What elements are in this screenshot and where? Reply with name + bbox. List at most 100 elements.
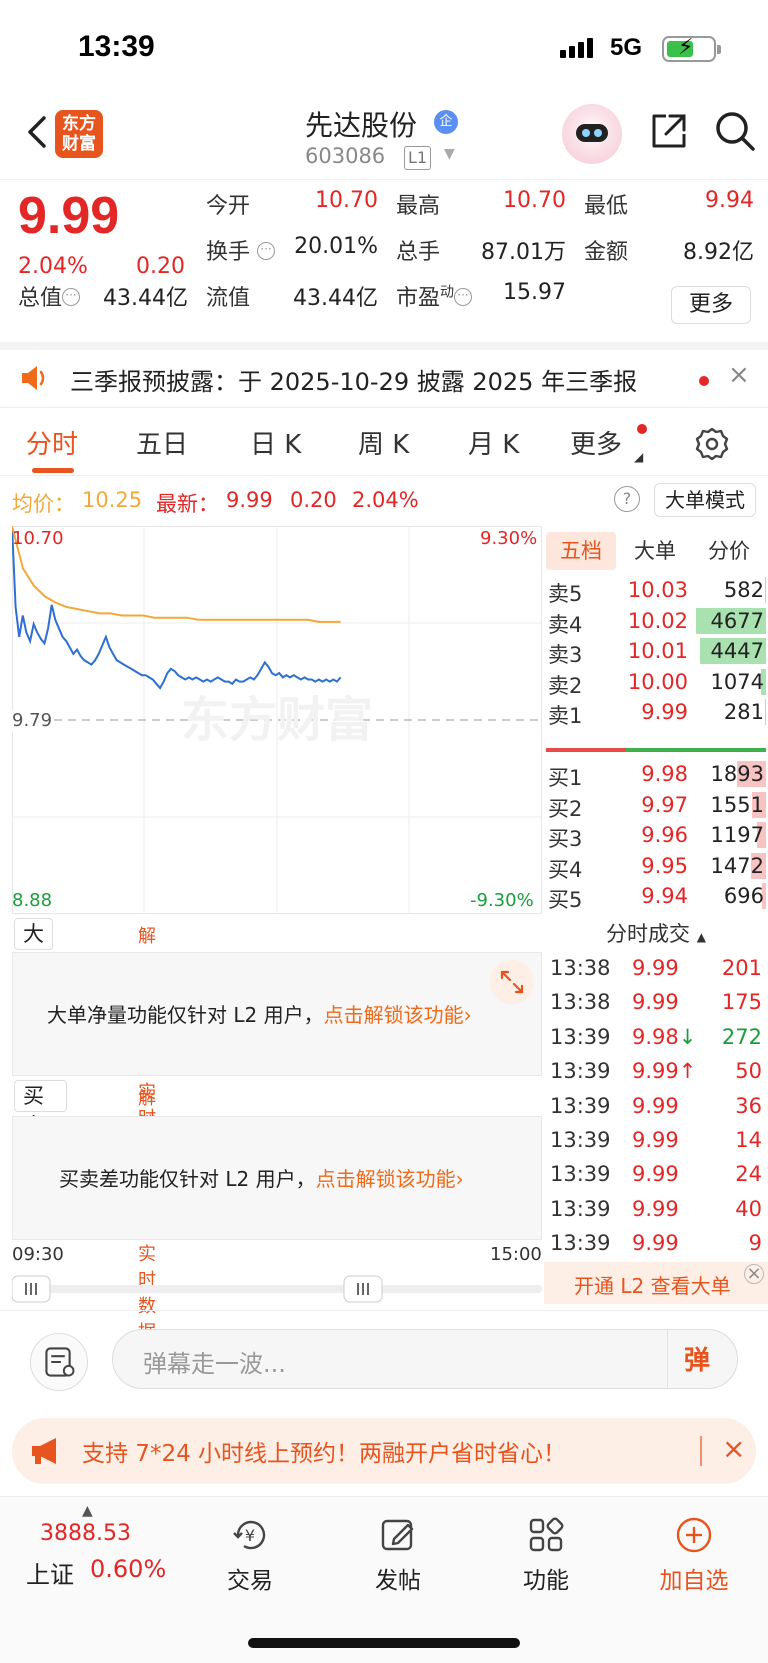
gear-icon[interactable]	[694, 426, 730, 462]
tab-more[interactable]: 更多	[570, 424, 622, 461]
tick-price: 9.99	[632, 1093, 679, 1118]
close-icon[interactable]: ×	[744, 1264, 764, 1284]
amount-value: 8.92亿	[683, 240, 754, 265]
help-icon[interactable]: ?	[614, 486, 640, 512]
tick-trades-title[interactable]: 分时成交 ▲	[544, 918, 768, 948]
level-label: 卖2	[548, 673, 583, 698]
tab-big-orders[interactable]: 大单	[620, 532, 690, 570]
tick-time: 13:39	[550, 1162, 611, 1187]
big-order-mode-button[interactable]: 大单模式	[654, 483, 756, 517]
index-value[interactable]: 3888.53	[40, 1521, 131, 1546]
level-volume: 696	[723, 884, 764, 908]
time-axis-end: 15:00	[490, 1244, 542, 1265]
promo-text: 支持 7*24 小时线上预约！两融开户省时省心！	[82, 1441, 567, 1467]
level-label: 卖3	[548, 643, 583, 667]
pe-value: 15.97	[503, 280, 566, 305]
danmu-button[interactable]: 弹	[667, 1330, 737, 1388]
chevron-down-icon[interactable]: ▼	[444, 146, 455, 162]
chart-info-line: 均价： 10.25 最新： 9.99 0.20 2.04% ? 大单模式	[0, 478, 768, 520]
level-label: 买3	[548, 827, 583, 851]
nav-functions[interactable]: 功能	[496, 1515, 596, 1595]
level-volume: 1893	[710, 762, 764, 786]
back-icon[interactable]	[18, 108, 58, 156]
unread-dot	[699, 376, 709, 386]
avg-price-value: 10.25	[82, 488, 143, 512]
open-l2-banner[interactable]: 开通 L2 查看大单 ×	[544, 1262, 768, 1304]
level-price: 9.96	[641, 823, 688, 847]
bid-row-2[interactable]: 买2 9.97 1551	[544, 789, 768, 821]
close-icon[interactable]: ×	[728, 360, 750, 390]
tab-five-levels[interactable]: 五档	[546, 532, 616, 570]
tick-price: 9.99↑	[632, 1059, 697, 1084]
tick-time: 13:39	[550, 1093, 611, 1118]
level-volume: 1074	[710, 669, 764, 694]
info-icon[interactable]: ···	[257, 242, 276, 260]
tab-price-dist[interactable]: 分价	[694, 532, 764, 570]
nav-post[interactable]: 发帖	[348, 1515, 448, 1595]
tick-price: 9.99	[632, 956, 679, 980]
bid-row-1[interactable]: 买1 9.98 1893	[544, 758, 768, 790]
level-label: 买4	[548, 857, 583, 882]
ai-assistant-icon[interactable]	[562, 104, 622, 164]
info-icon[interactable]: ···	[62, 288, 81, 306]
level-label: 卖4	[548, 612, 583, 637]
current-price: 9.99	[18, 187, 120, 245]
promo-banner[interactable]: 支持 7*24 小时线上预约！两融开户省时省心！ ×	[12, 1418, 756, 1484]
danmu-input[interactable]: 弹幕走一波... 弹	[112, 1329, 738, 1389]
indicator-panel-2: 买卖差功能仅针对 L2 用户，点击解锁该功能›	[12, 1116, 542, 1240]
comment-bar: 弹幕走一波... 弹	[0, 1310, 768, 1410]
level-badge[interactable]: L1	[404, 146, 432, 170]
info-icon[interactable]: ···	[454, 288, 473, 306]
indicator-select-1[interactable]: 大单净量▼	[14, 918, 53, 1061]
level-volume: 4447	[710, 639, 764, 663]
stock-header: 东方 财富 先达股份 企 603086 L1 ▼	[0, 100, 768, 180]
ask-row-2[interactable]: 卖4 10.02 4677	[544, 605, 768, 637]
tick-volume: 50	[735, 1059, 762, 1084]
ask-row-5[interactable]: 卖1 9.99 281	[544, 696, 768, 728]
tab-daily-k[interactable]: 日 K	[250, 424, 301, 461]
ask-row-1[interactable]: 卖5 10.03 582	[544, 574, 768, 606]
ask-row-3[interactable]: 卖3 10.01 4447	[544, 635, 768, 667]
bid-row-4[interactable]: 买4 9.95 1472	[544, 850, 768, 882]
amount-label: 金额	[584, 240, 629, 265]
index-label[interactable]: 上证	[26, 1555, 74, 1590]
level-label: 卖1	[548, 704, 583, 728]
nav-trade[interactable]: ¥ 交易	[200, 1515, 300, 1595]
unlock-link-1[interactable]: 点击解锁该功能	[324, 1003, 464, 1027]
index-pct[interactable]: 0.60%	[90, 1555, 166, 1583]
low-value: 9.94	[705, 188, 754, 213]
time-range-scroller[interactable]	[12, 1274, 542, 1304]
announcement-bar[interactable]: 三季报预披露：于 2025-10-29 披露 2025 年三季报 ×	[0, 342, 768, 408]
float-cap-value: 43.44亿	[293, 286, 378, 311]
svg-text:¥: ¥	[245, 1526, 255, 1545]
y-axis-mid-label: 9.79	[12, 710, 53, 731]
tick-price: 9.99	[632, 990, 679, 1015]
tab-five-day[interactable]: 五日	[136, 424, 188, 461]
tab-intraday[interactable]: 分时	[26, 424, 78, 461]
level-volume: 582	[723, 578, 764, 602]
expand-icon[interactable]	[490, 960, 534, 1004]
intraday-chart[interactable]: 东方财富	[12, 526, 542, 914]
share-icon[interactable]	[648, 110, 690, 152]
stock-code[interactable]: 603086	[305, 144, 385, 168]
ask-row-4[interactable]: 卖2 10.00 1074	[544, 666, 768, 698]
search-icon[interactable]	[712, 108, 758, 154]
home-indicator	[248, 1638, 520, 1648]
bid-row-5[interactable]: 买5 9.94 696	[544, 880, 768, 912]
tick-row: 13:39 9.99 24	[544, 1158, 768, 1192]
plus-circle-icon	[676, 1517, 712, 1553]
tick-time: 13:38	[550, 956, 611, 980]
tick-volume: 36	[735, 1093, 762, 1118]
tab-weekly-k[interactable]: 周 K	[358, 424, 409, 461]
open-label: 今开	[206, 194, 251, 219]
more-button[interactable]: 更多	[671, 286, 751, 324]
comment-list-icon[interactable]	[30, 1333, 88, 1391]
indicator-select-2[interactable]: 买卖差▼	[14, 1080, 68, 1193]
close-icon[interactable]: ×	[722, 1432, 745, 1465]
bid-row-3[interactable]: 买3 9.96 1197	[544, 819, 768, 851]
chevron-down-icon: ◢	[634, 450, 644, 464]
nav-add-watchlist[interactable]: 加自选	[644, 1515, 744, 1595]
status-time: 13:39	[78, 30, 155, 63]
unlock-link-2[interactable]: 点击解锁该功能	[316, 1167, 456, 1191]
tab-monthly-k[interactable]: 月 K	[468, 424, 519, 461]
